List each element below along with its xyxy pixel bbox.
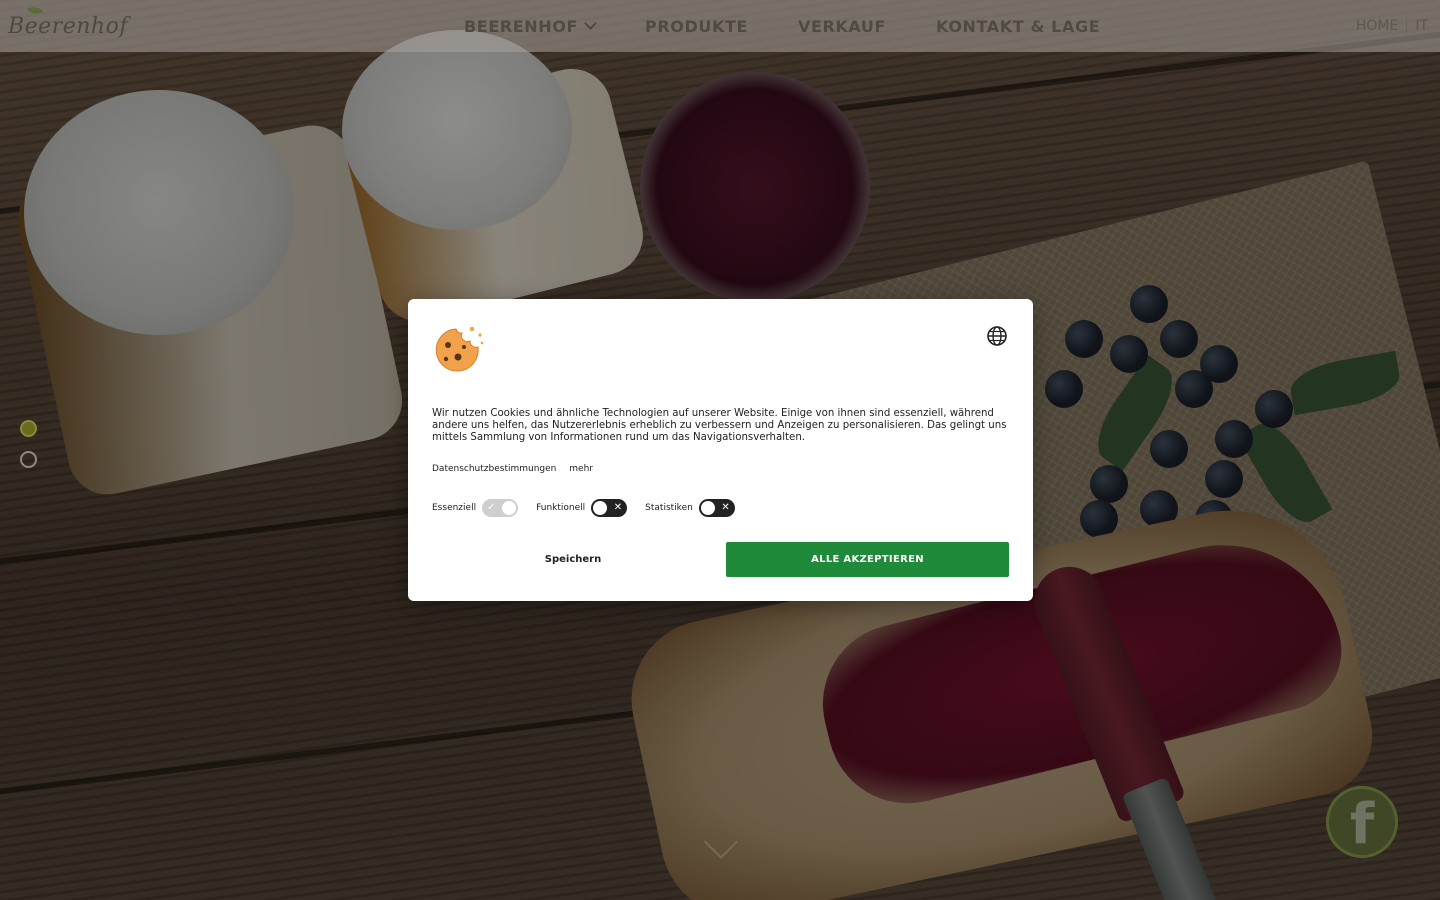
cookie-description: Wir nutzen Cookies und ähnliche Technolo… (432, 408, 1007, 443)
close-icon: ✕ (613, 502, 623, 513)
globe-icon[interactable] (987, 326, 1007, 346)
slider-dot-2[interactable] (20, 451, 37, 468)
accept-all-button[interactable]: ALLE AKZEPTIEREN (726, 542, 1009, 577)
toggle-label: Funktionell (536, 503, 586, 513)
check-icon: ✓ (487, 502, 496, 513)
nav-item-verkauf[interactable]: VERKAUF (798, 17, 886, 36)
funktionell-toggle[interactable]: ✕ (591, 499, 628, 517)
site-logo[interactable]: Beerenhof (8, 3, 128, 46)
logo-text: Beerenhof (8, 13, 128, 39)
divider (1406, 15, 1408, 37)
toggle-label: Essenziell (432, 503, 477, 513)
site-header: Beerenhof BEERENHOF PRODUKTE VERKAUF KON… (0, 0, 1440, 52)
essenziell-toggle[interactable]: ✓ (482, 499, 519, 517)
toggle-knob (700, 501, 715, 515)
nav-item-label: BEERENHOF (464, 16, 579, 36)
close-icon: ✕ (721, 502, 730, 513)
toggle-knob (593, 501, 608, 515)
nav-item-label: KONTAKT & LAGE (936, 16, 1101, 36)
nav-item-label: VERKAUF (798, 16, 887, 36)
chevron-down-icon (584, 17, 597, 30)
toggle-group-statistiken: Statistiken ✕ (645, 499, 735, 517)
save-button[interactable]: Speichern (432, 542, 714, 577)
facebook-icon: f (1349, 792, 1375, 857)
toggle-knob (502, 501, 517, 515)
toggle-group-essenziell: Essenziell ✓ (432, 499, 519, 517)
toggle-label: Statistiken (645, 503, 693, 513)
statistiken-toggle[interactable]: ✕ (698, 499, 735, 517)
main-nav: BEERENHOF PRODUKTE VERKAUF KONTAKT & LAG… (464, 0, 1150, 52)
slider-dot-1[interactable] (20, 420, 37, 437)
cookie-icon (435, 326, 484, 372)
nav-item-produkte[interactable]: PRODUKTE (645, 17, 748, 36)
home-link[interactable]: HOME (1356, 18, 1398, 34)
privacy-policy-link[interactable]: Datenschutzbestimmungen (432, 464, 556, 474)
language-switch-link[interactable]: IT (1415, 18, 1428, 34)
consent-toggles: Essenziell ✓ Funktionell ✕ Statistiken ✕ (432, 499, 753, 517)
cookie-links: Datenschutzbestimmungen mehr (432, 464, 603, 474)
nav-item-kontakt[interactable]: KONTAKT & LAGE (936, 17, 1100, 36)
nav-item-beerenhof[interactable]: BEERENHOF (464, 16, 597, 36)
more-info-link[interactable]: mehr (569, 464, 593, 474)
facebook-button[interactable]: f (1326, 786, 1398, 858)
toggle-group-funktionell: Funktionell ✕ (536, 499, 628, 517)
top-right-links: HOME IT (1356, 0, 1428, 52)
cookie-consent-dialog: Wir nutzen Cookies und ähnliche Technolo… (408, 299, 1033, 601)
nav-item-label: PRODUKTE (645, 16, 748, 36)
